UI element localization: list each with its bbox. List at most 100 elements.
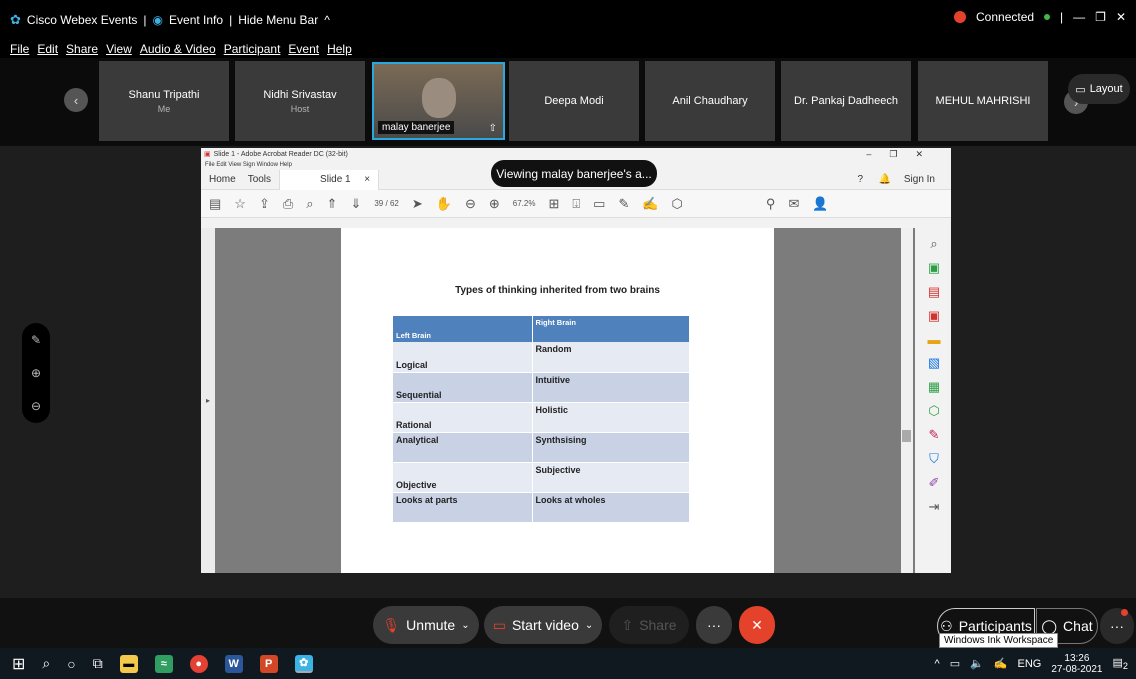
protect-icon[interactable]: ⛉ [929, 451, 939, 467]
more-tools-icon[interactable]: ✐ [929, 475, 940, 491]
menu-participant[interactable]: Participant [224, 42, 281, 56]
chevron-down-icon[interactable]: ⌄ [585, 620, 593, 631]
comment-icon[interactable]: ▬ [928, 332, 941, 347]
menu-event[interactable]: Event [288, 42, 319, 56]
task-view-icon[interactable]: ⧉ [93, 655, 103, 672]
participant-tile[interactable]: Nidhi Srivastav Host [235, 61, 365, 141]
menu-view[interactable]: View [106, 42, 132, 56]
bell-icon[interactable]: 🔔 [879, 174, 891, 185]
chevron-left-icon[interactable]: ‹ [64, 88, 88, 112]
scan-icon[interactable]: ⬡ [928, 403, 939, 419]
menu-help[interactable]: Help [327, 42, 352, 56]
restore-icon[interactable]: ❐ [1095, 10, 1106, 24]
edit-pdf-icon[interactable]: ▤ [928, 284, 940, 300]
pen-icon[interactable]: ✎ [31, 333, 41, 347]
prev-page-icon[interactable]: ⇑ [327, 196, 338, 212]
powerpoint-icon[interactable]: P [259, 654, 278, 673]
tab-document[interactable]: Slide 1 × [279, 169, 380, 190]
app-icon[interactable]: ≈ [154, 654, 173, 673]
upload-icon[interactable]: ⇪ [259, 196, 270, 212]
participant-tile[interactable]: Dr. Pankaj Dadheech [781, 61, 911, 141]
minimize-icon[interactable]: — [1073, 10, 1085, 24]
left-panel-toggle[interactable]: ▸ [201, 228, 215, 573]
fit-icon[interactable]: ⊞ [548, 196, 559, 212]
menu-share[interactable]: Share [66, 42, 98, 56]
participant-tile[interactable]: Shanu Tripathi Me [99, 61, 229, 141]
create-pdf-icon[interactable]: ▣ [928, 260, 940, 276]
layout-button[interactable]: ▭ Layout [1068, 74, 1130, 104]
select-icon[interactable]: ➤ [412, 196, 423, 212]
tools-panel: ⌕ ▣ ▤ ▣ ▬ ▧ ▦ ⬡ ✎ ⛉ ✐ ⇥ [917, 228, 951, 573]
chevron-up-icon[interactable]: ^ [935, 658, 940, 670]
mail-icon[interactable]: ✉ [788, 196, 799, 212]
search-icon[interactable]: ⌕ [42, 655, 50, 672]
comment-icon[interactable]: ▭ [593, 196, 605, 212]
save-icon[interactable]: ▤ [209, 196, 221, 212]
next-page-icon[interactable]: ⇓ [350, 196, 361, 212]
event-info-button[interactable]: Event Info [169, 13, 223, 27]
star-icon[interactable]: ☆ [234, 196, 246, 212]
menu-file[interactable]: File [10, 42, 29, 56]
cortana-icon[interactable]: ○ [67, 656, 75, 672]
combine-icon[interactable]: ▧ [928, 355, 940, 371]
menu-audio-video[interactable]: Audio & Video [140, 42, 216, 56]
close-tab-icon[interactable]: × [364, 174, 370, 185]
fill-icon[interactable]: ⬡ [672, 196, 683, 212]
hide-menu-bar-button[interactable]: Hide Menu Bar [238, 13, 318, 27]
zoom-out-icon[interactable]: ⊖ [31, 399, 41, 413]
zoom-in-icon[interactable]: ⊕ [31, 366, 41, 380]
highlight-icon[interactable]: ✎ [618, 196, 629, 212]
language[interactable]: ENG [1018, 658, 1042, 670]
pen-icon[interactable]: ✍ [994, 657, 1008, 670]
fill-sign-icon[interactable]: ✎ [929, 427, 940, 443]
export-pdf-icon[interactable]: ▣ [928, 308, 940, 324]
zoom-in-icon[interactable]: ⊕ [489, 196, 500, 212]
windows-start-icon[interactable]: ⊞ [12, 654, 25, 674]
webex-icon[interactable]: ✿ [294, 654, 313, 673]
search-icon[interactable]: ⌕ [930, 236, 937, 252]
user-add-icon[interactable]: 👤 [812, 196, 828, 212]
unmute-button[interactable]: 🎙 Unmute ⌄ [373, 606, 479, 644]
close-icon[interactable]: ✕ [1116, 10, 1126, 24]
word-icon[interactable]: W [224, 654, 243, 673]
record-icon[interactable] [954, 11, 966, 23]
chevron-down-icon[interactable]: ⌄ [461, 620, 469, 631]
chevron-up-icon[interactable]: ^ [324, 13, 330, 27]
share-link-icon[interactable]: ⚲ [766, 196, 776, 212]
sign-in-link[interactable]: Sign In [904, 174, 935, 185]
collapse-panel-icon[interactable]: ⇥ [929, 499, 940, 515]
participant-tile[interactable]: MEHUL MAHRISHI [918, 61, 1048, 141]
tab-home[interactable]: Home [209, 174, 236, 185]
vertical-scrollbar[interactable] [901, 228, 913, 573]
print-icon[interactable]: ⎙ [283, 196, 293, 212]
search-icon[interactable]: ⌕ [306, 196, 313, 212]
window-controls[interactable]: –❐✕ [866, 149, 941, 160]
share-button[interactable]: ⇧ Share [609, 606, 689, 644]
participant-tile[interactable]: Deepa Modi [509, 61, 639, 141]
more-panels-button[interactable]: ··· [1100, 608, 1134, 644]
clock[interactable]: 13:26 27-08-2021 [1051, 653, 1102, 675]
battery-icon[interactable]: ▭ [950, 657, 960, 670]
zoom-level[interactable]: 67.2% [513, 199, 536, 208]
leave-button[interactable]: ✕ [739, 606, 775, 644]
help-icon[interactable]: ? [857, 174, 863, 185]
page-number[interactable]: 39 / 62 [374, 199, 398, 208]
participant-tile[interactable]: Anil Chaudhary [645, 61, 775, 141]
scroll-thumb[interactable] [902, 430, 911, 442]
info-icon[interactable]: ◉ [153, 13, 163, 27]
notifications-icon[interactable]: ▤2 [1113, 656, 1129, 671]
organize-icon[interactable]: ▦ [928, 379, 940, 395]
more-options-button[interactable]: ··· [696, 606, 732, 644]
zoom-out-icon[interactable]: ⊖ [465, 196, 476, 212]
menu-edit[interactable]: Edit [37, 42, 58, 56]
volume-icon[interactable]: 🔈 [970, 657, 984, 670]
file-explorer-icon[interactable]: ▬ [119, 654, 138, 673]
hand-icon[interactable]: ✋ [436, 196, 452, 212]
start-video-button[interactable]: ▭ Start video ⌄ [484, 606, 602, 644]
sign-icon[interactable]: ✍ [642, 196, 658, 212]
stamp-icon[interactable]: ⍗ [572, 196, 580, 212]
tab-tools[interactable]: Tools [248, 174, 271, 185]
active-speaker-video[interactable]: malay banerjee ⇧ [372, 62, 505, 140]
chrome-icon[interactable]: ● [189, 654, 208, 673]
connection-status: Connected | — ❐ ✕ [954, 10, 1126, 24]
